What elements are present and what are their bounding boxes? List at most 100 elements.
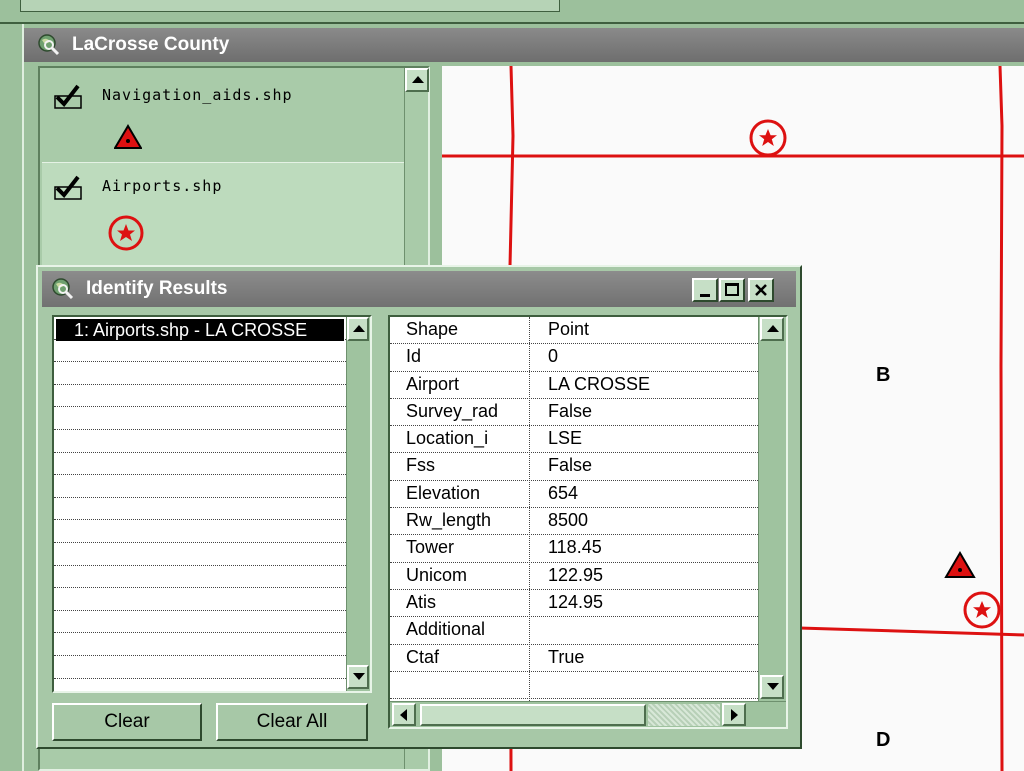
scroll-track[interactable] [648,704,720,726]
table-row[interactable]: Shape Point [390,317,758,345]
table-row[interactable]: Rw_length 8500 [390,508,758,536]
maximize-icon [725,283,739,296]
identify-titlebar[interactable]: Identify Results [42,271,796,307]
table-row[interactable]: Elevation 654 [390,481,758,509]
list-item[interactable] [54,520,346,543]
map-label-b: B [876,364,891,386]
field-value: 124.95 [548,591,604,612]
toolbar-tabs[interactable] [20,0,560,12]
maximize-button[interactable] [719,278,745,302]
results-list-rows [54,317,346,691]
field-name: Atis [406,591,437,612]
table-row[interactable]: Additional [390,617,758,645]
list-item[interactable] [54,385,346,408]
airport-symbol [963,591,1001,629]
scroll-up-button[interactable] [405,68,429,92]
list-item[interactable] [54,430,346,453]
table-row[interactable]: Airport LA CROSSE [390,372,758,399]
list-item[interactable] [54,407,346,430]
table-row[interactable]: Tower 118.45 [390,535,758,563]
list-item[interactable] [54,656,346,679]
table-row[interactable]: Survey_rad False [390,399,758,427]
identify-title: Identify Results [86,278,228,299]
field-value: 654 [548,482,579,503]
list-item[interactable] [54,633,346,656]
clear-all-button[interactable]: Clear All [216,703,368,741]
field-value: LA CROSSE [548,373,651,394]
list-item[interactable] [54,362,346,385]
scroll-up-button[interactable] [347,317,369,341]
attribute-table[interactable]: Shape Point Id 0 Airport LA CROSSE Survey_r… [388,315,788,729]
table-row[interactable] [390,672,758,700]
toc-layer-navigation-aids[interactable]: Navigation_aids.shp [42,70,404,162]
column-divider [529,317,530,701]
navigation-aid-symbol [944,551,976,578]
attribute-horizontal-scrollbar[interactable] [390,701,786,727]
view-titlebar[interactable]: LaCrosse County [24,28,1024,62]
arrow-right-icon [731,709,738,721]
list-item[interactable] [54,340,346,363]
arrow-down-icon [353,673,365,680]
field-value: False [548,455,593,476]
field-name: Elevation [406,482,481,503]
field-value: False [548,400,593,421]
red-circle-star-icon [108,215,144,251]
scroll-right-button[interactable] [722,703,746,726]
list-item[interactable] [54,453,346,476]
arrow-up-icon [767,325,779,332]
table-row[interactable]: Fss False [390,453,758,481]
field-name: Ctaf [406,646,440,667]
arrow-up-icon [412,76,424,83]
result-item-selected[interactable]: 1: Airports.shp - LA CROSSE [56,319,344,341]
table-row[interactable]: Location_i LSE [390,426,758,454]
arrow-down-icon [767,683,779,690]
scroll-up-button[interactable] [760,317,784,341]
list-item[interactable] [54,611,346,634]
results-list[interactable]: 1: Airports.shp - LA CROSSE [52,315,372,693]
table-row[interactable]: Id 0 [390,344,758,372]
red-triangle-icon [114,124,142,149]
list-item[interactable] [54,475,346,498]
results-scrollbar[interactable] [346,317,370,691]
field-value: 118.45 [548,537,602,558]
left-gutter [0,24,22,771]
field-value: LSE [548,428,583,449]
minimize-button[interactable] [692,278,718,302]
map-label-d: D [876,729,891,751]
field-name: Survey_rad [406,400,499,421]
scroll-thumb[interactable] [420,704,646,726]
toolbar-strip [0,0,1024,24]
field-name: Location_i [406,428,489,449]
scroll-down-button[interactable] [760,675,784,699]
attribute-vertical-scrollbar[interactable] [758,317,786,701]
checkbox-checked-icon[interactable] [54,82,82,110]
field-value: Point [548,319,590,339]
minimize-icon [700,294,710,297]
field-name: Fss [406,455,435,476]
road-line [998,66,1004,771]
table-row[interactable]: Ctaf True [390,645,758,672]
checkbox-checked-icon[interactable] [54,173,82,201]
field-value: 8500 [548,510,589,531]
field-name: Additional [406,619,486,640]
list-item[interactable] [54,543,346,566]
field-name: Tower [406,537,455,558]
close-button[interactable] [748,278,774,302]
magnifier-globe-icon [52,278,74,300]
clear-button[interactable]: Clear [52,703,202,741]
arrow-left-icon [400,709,407,721]
scroll-left-button[interactable] [392,703,416,726]
toc-layer-name: Navigation_aids.shp [102,86,293,104]
view-title: LaCrosse County [72,34,230,55]
arrow-up-icon [353,325,365,332]
table-row[interactable]: Atis 124.95 [390,590,758,618]
toc-layer-airports[interactable]: Airports.shp [42,162,404,266]
scroll-down-button[interactable] [347,665,369,689]
airport-symbol [749,119,787,157]
list-item[interactable] [54,566,346,589]
list-item[interactable] [54,498,346,521]
magnifier-globe-icon [38,34,60,56]
field-value: 0 [548,346,559,367]
table-row[interactable]: Unicom 122.95 [390,563,758,590]
list-item[interactable] [54,588,346,611]
